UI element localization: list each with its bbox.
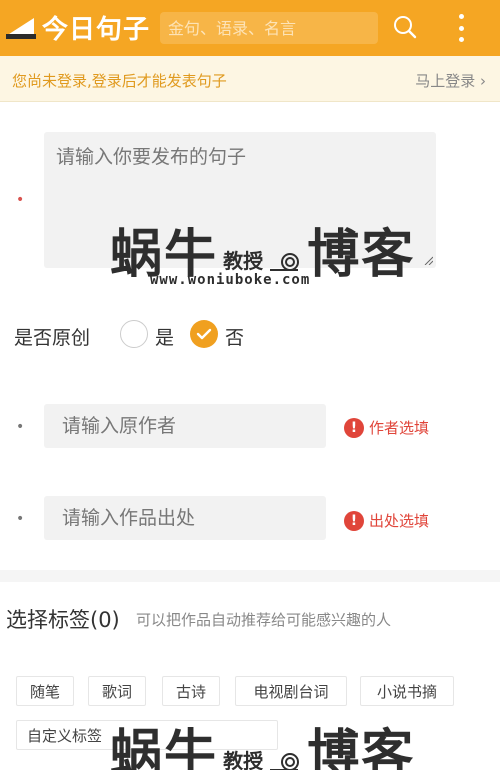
tag-chip[interactable]: 随笔 <box>16 676 74 706</box>
login-link[interactable]: 马上登录 › <box>415 70 486 91</box>
tags-description: 可以把作品自动推荐给可能感兴趣的人 <box>136 611 392 629</box>
radio-original-no[interactable] <box>190 320 218 348</box>
watermark-url: www.woniuboke.com <box>150 272 311 288</box>
search-icon[interactable] <box>392 14 418 40</box>
field-bullet: • <box>16 511 25 527</box>
original-label: 是否原创 <box>14 327 91 349</box>
tag-chip[interactable]: 歌词 <box>88 676 146 706</box>
alert-icon: ! <box>344 510 364 531</box>
radio-original-yes[interactable] <box>120 320 148 348</box>
logo-icon <box>6 14 36 40</box>
radio-label-no: 否 <box>225 327 245 349</box>
source-field[interactable] <box>44 496 326 540</box>
logo[interactable]: 今日句子 <box>6 10 151 45</box>
logo-text: 今日句子 <box>42 14 151 45</box>
tag-chip-custom[interactable]: 自定义标签 <box>16 720 278 750</box>
radio-label-yes: 是 <box>155 327 175 349</box>
tag-chip[interactable]: 电视剧台词 <box>235 676 347 706</box>
source-hint: ! 出处选填 <box>344 510 429 531</box>
source-hint-text: 出处选填 <box>369 512 430 530</box>
section-divider <box>0 570 500 582</box>
login-notice-bar: 您尚未登录,登录后才能发表句子 马上登录 › <box>0 56 500 102</box>
required-marker: • <box>16 192 25 208</box>
more-vertical-icon[interactable] <box>450 12 472 44</box>
tags-title-text: 选择标签 <box>6 608 90 632</box>
app-header: 今日句子 <box>0 0 500 56</box>
sentence-input[interactable] <box>44 132 436 268</box>
source-input[interactable] <box>44 496 326 540</box>
author-hint-text: 作者选填 <box>369 419 430 437</box>
author-field[interactable] <box>44 404 326 448</box>
tag-chip[interactable]: 小说书摘 <box>360 676 454 706</box>
watermark-brand-b: 教授 <box>223 749 264 770</box>
tags-count: (0) <box>90 608 120 632</box>
watermark-brand-c: 博客 <box>307 725 416 770</box>
alert-icon: ! <box>344 417 364 438</box>
tags-title: 选择标签(0) <box>6 604 120 634</box>
field-bullet: • <box>16 419 25 435</box>
check-icon <box>196 328 212 340</box>
search-box[interactable] <box>160 12 378 44</box>
search-input[interactable] <box>160 12 378 44</box>
sentence-textarea-wrap[interactable] <box>44 132 436 268</box>
login-notice-text: 您尚未登录,登录后才能发表句子 <box>12 72 227 90</box>
author-input[interactable] <box>44 404 326 448</box>
resize-grip-icon[interactable] <box>423 255 433 265</box>
tag-chip[interactable]: 古诗 <box>162 676 220 706</box>
author-hint: ! 作者选填 <box>344 417 429 438</box>
snail-icon <box>270 753 300 770</box>
